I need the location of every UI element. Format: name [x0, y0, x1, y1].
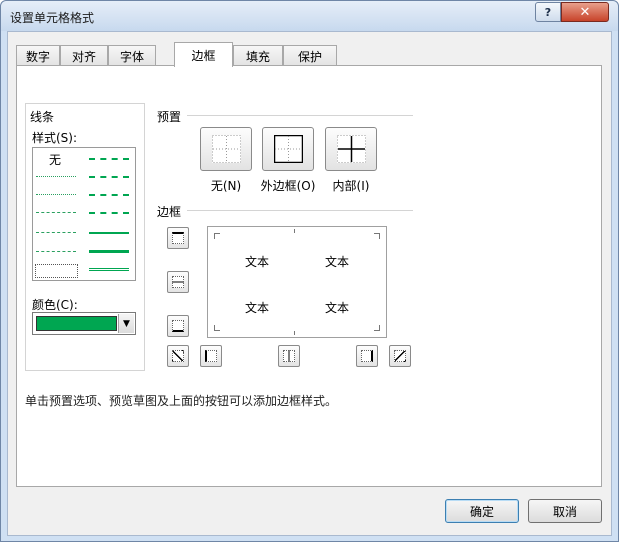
line-style-double[interactable] [89, 268, 129, 271]
border-bottom-button[interactable] [167, 315, 189, 337]
line-style-medium-dashdot[interactable] [89, 194, 129, 196]
color-swatch [36, 316, 117, 331]
preset-inside-label[interactable]: 内部(I) [316, 177, 386, 194]
line-style-thick[interactable] [89, 250, 129, 253]
border-top-button[interactable] [167, 227, 189, 249]
line-style-thin-selected[interactable] [35, 264, 78, 278]
preset-none-label[interactable]: 无(N) [191, 177, 261, 194]
border-right-icon [361, 350, 373, 362]
border-inside-vertical-button[interactable] [278, 345, 300, 367]
ok-button[interactable]: 确定 [445, 499, 519, 523]
diagonal-down-icon [394, 350, 406, 362]
border-preview[interactable]: 文本 文本 文本 文本 [207, 226, 387, 338]
line-style-medium-dashdotdot[interactable] [89, 158, 129, 160]
presets-title: 预置 [157, 110, 182, 124]
tab-alignment[interactable]: 对齐 [60, 45, 108, 66]
border-tab-panel: 线条 样式(S): 无 颜色(C): ▼ 预置 无(N) 外边框(O) 内部(I… [16, 65, 602, 487]
border-diagonal-down-button[interactable] [389, 345, 411, 367]
chevron-down-icon[interactable]: ▼ [118, 314, 134, 333]
preview-corner-mark [374, 233, 380, 239]
preview-corner-mark [294, 229, 295, 233]
preset-outline-label[interactable]: 外边框(O) [253, 177, 323, 194]
border-left-button[interactable] [200, 345, 222, 367]
line-style-none[interactable]: 无 [49, 151, 61, 168]
diagonal-up-icon [172, 350, 184, 362]
preview-text: 文本 [245, 301, 270, 315]
tab-border[interactable]: 边框 [174, 42, 233, 67]
dialog-client: 数字 对齐 字体 边框 填充 保护 线条 样式(S): 无 颜色(C): ▼ 预… [7, 31, 612, 536]
border-outline-icon [273, 134, 304, 164]
preview-corner-mark [294, 331, 295, 335]
line-color-dropdown[interactable]: ▼ [32, 312, 136, 335]
style-label: 样式(S): [32, 131, 78, 145]
tab-number[interactable]: 数字 [16, 45, 60, 66]
preset-inside-button[interactable] [325, 127, 377, 171]
border-bottom-icon [172, 320, 184, 332]
hint-text: 单击预置选项、预览草图及上面的按钮可以添加边框样式。 [25, 394, 338, 408]
line-style-dotted[interactable] [36, 194, 76, 195]
border-section-title: 边框 [157, 205, 182, 219]
preset-outline-button[interactable] [262, 127, 314, 171]
format-cells-dialog: 设置单元格格式 ? ✕ 数字 对齐 字体 边框 填充 保护 线条 样式(S): … [0, 0, 619, 542]
preview-text: 文本 [325, 301, 350, 315]
tab-protection[interactable]: 保护 [283, 45, 337, 66]
line-style-dashdot[interactable] [36, 232, 76, 233]
border-separator [187, 210, 413, 211]
cancel-button[interactable]: 取消 [528, 499, 602, 523]
border-inside-horizontal-button[interactable] [167, 271, 189, 293]
line-style-medium[interactable] [89, 232, 129, 234]
preview-corner-mark [214, 233, 220, 239]
preset-none-button[interactable] [200, 127, 252, 171]
border-left-icon [205, 350, 217, 362]
line-style-hair[interactable] [36, 176, 76, 177]
border-top-icon [172, 232, 184, 244]
preview-corner-mark [374, 325, 380, 331]
border-inside-horizontal-icon [172, 276, 184, 288]
preview-text: 文本 [325, 255, 350, 269]
tab-fill[interactable]: 填充 [233, 45, 283, 66]
border-inside-icon [337, 135, 366, 163]
preview-text: 文本 [245, 255, 270, 269]
line-style-dashed[interactable] [36, 251, 76, 252]
line-style-list[interactable]: 无 [32, 147, 136, 281]
tab-font[interactable]: 字体 [108, 45, 156, 66]
border-right-button[interactable] [356, 345, 378, 367]
line-group-title: 线条 [30, 110, 55, 124]
color-label: 颜色(C): [32, 298, 78, 312]
close-button[interactable]: ✕ [561, 2, 609, 22]
line-style-medium-dashed[interactable] [89, 212, 129, 214]
preview-corner-mark [214, 325, 220, 331]
line-style-slanted-dashdot[interactable] [89, 176, 129, 178]
border-inside-vertical-icon [283, 350, 295, 362]
dialog-title: 设置单元格格式 [10, 11, 95, 25]
border-none-icon [212, 135, 241, 163]
help-button[interactable]: ? [535, 2, 561, 22]
line-style-dashdotdot[interactable] [36, 212, 76, 213]
presets-separator [187, 115, 413, 116]
title-bar[interactable]: 设置单元格格式 ? ✕ [1, 1, 618, 31]
border-diagonal-up-button[interactable] [167, 345, 189, 367]
